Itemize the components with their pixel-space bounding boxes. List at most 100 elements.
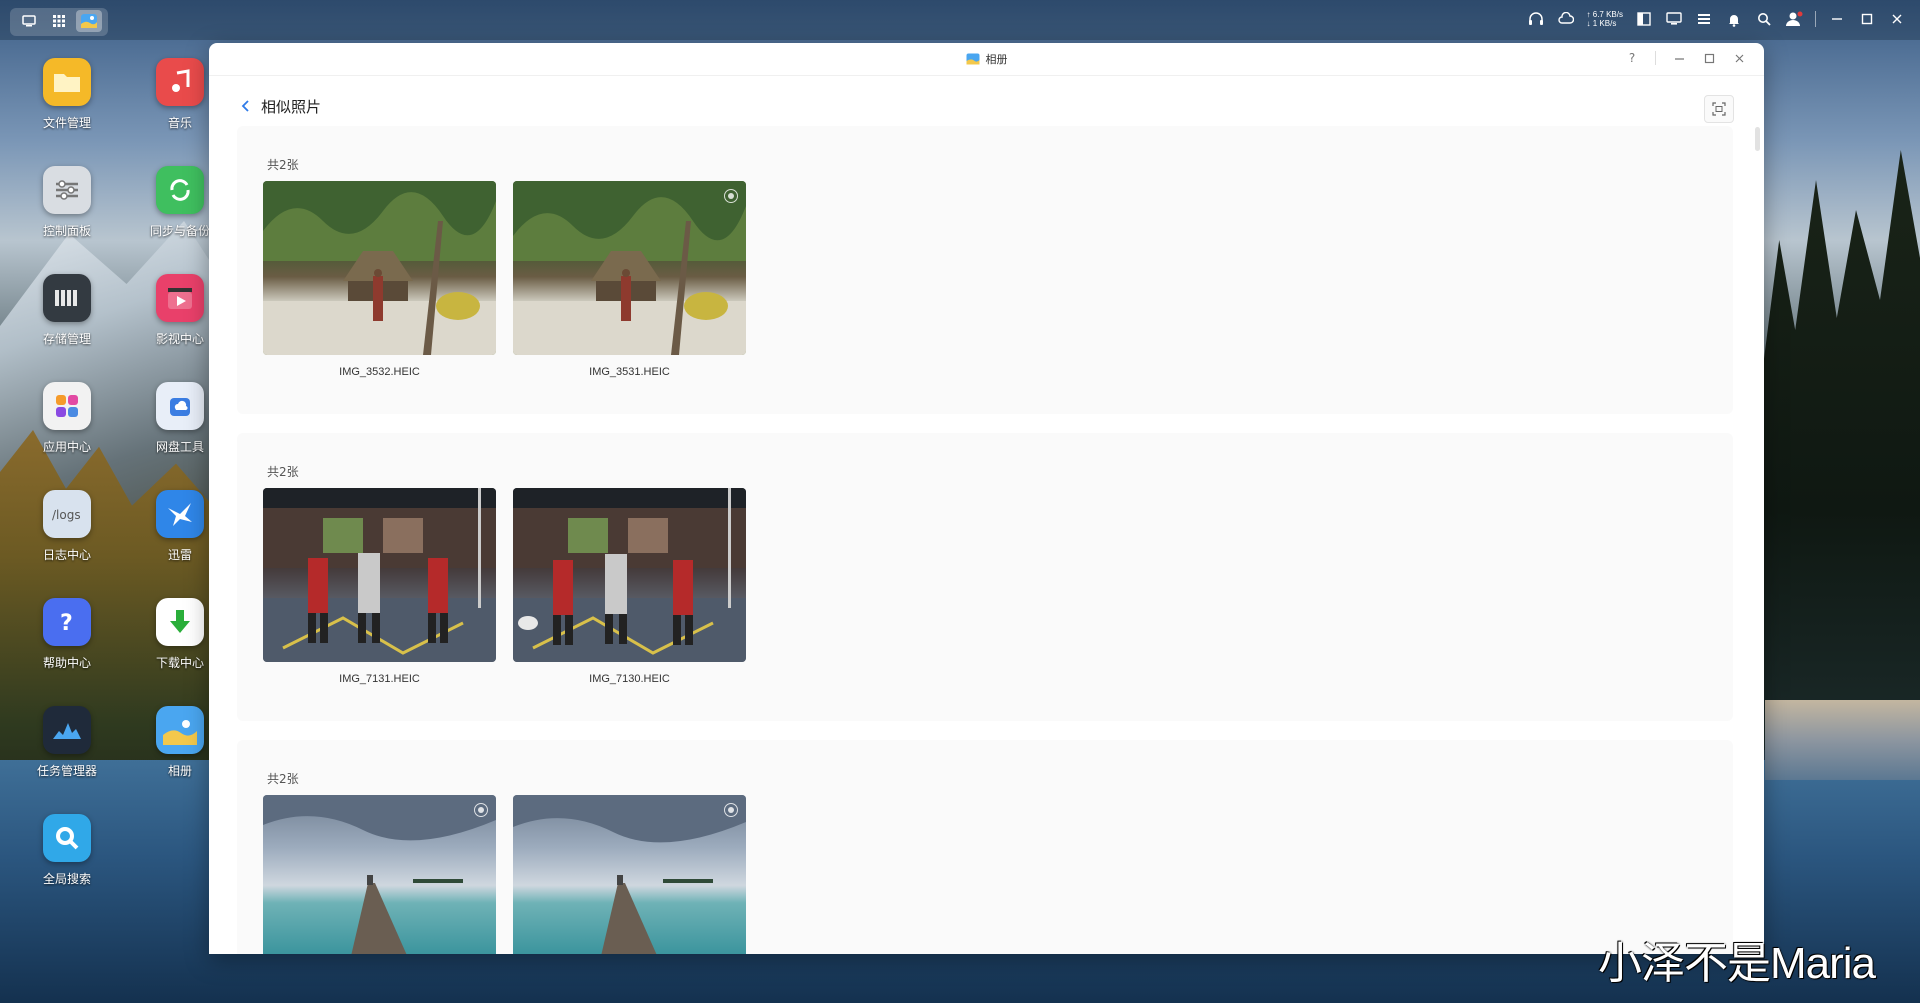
ocean-pier-photo-illustration bbox=[513, 795, 746, 954]
photo-filename: IMG_3531.HEIC bbox=[589, 366, 670, 378]
maximize-button[interactable] bbox=[1702, 50, 1716, 66]
close-button[interactable] bbox=[1732, 50, 1746, 66]
show-desktop-button[interactable] bbox=[16, 10, 42, 32]
photo-filename: IMG_3532.HEIC bbox=[339, 366, 420, 378]
desktop-icon[interactable]: 应用中心 bbox=[17, 382, 117, 455]
photo-group: 共2张 IMG_3532.HEIC IMG_3531.HEIC bbox=[237, 126, 1733, 414]
desktop-icon[interactable]: ? 帮助中心 bbox=[17, 598, 117, 671]
photo-filename: IMG_7131.HEIC bbox=[339, 673, 420, 685]
taskbar-launcher bbox=[10, 8, 108, 36]
photos-window: 相册 ? 相似照片 共2张 IMG_3532.HEIC IMG_3531.HEI… bbox=[209, 43, 1764, 954]
help-button[interactable]: ? bbox=[1625, 50, 1639, 66]
window-titlebar[interactable]: 相册 ? bbox=[209, 43, 1764, 76]
desktop-icon-label: 帮助中心 bbox=[42, 656, 91, 670]
photo-thumbnail[interactable] bbox=[263, 181, 496, 355]
system-tray: ↑ 6.7 KB/s ↓ 1 KB/s bbox=[1527, 10, 1906, 28]
taskbar: ↑ 6.7 KB/s ↓ 1 KB/s bbox=[0, 0, 1920, 40]
controls-divider bbox=[1655, 51, 1656, 65]
minimize-all-icon[interactable] bbox=[1828, 10, 1846, 28]
user-icon[interactable] bbox=[1785, 10, 1803, 28]
photos-icon bbox=[156, 706, 204, 754]
restore-icon[interactable] bbox=[1858, 10, 1876, 28]
thunder-bird-icon bbox=[156, 490, 204, 538]
group-count: 共2张 bbox=[267, 158, 299, 172]
search-icon[interactable] bbox=[1755, 10, 1773, 28]
photo-thumbnail[interactable] bbox=[513, 488, 746, 662]
desktop-icon[interactable]: 全局搜索 bbox=[17, 814, 117, 887]
video-icon bbox=[156, 274, 204, 322]
window-title-text: 相册 bbox=[985, 53, 1008, 66]
cloud-drive-icon bbox=[156, 382, 204, 430]
net-down: ↓ 1 KB/s bbox=[1586, 19, 1617, 28]
photo-filename: IMG_7130.HEIC bbox=[589, 673, 670, 685]
back-arrow-icon[interactable] bbox=[239, 99, 251, 113]
download-icon bbox=[156, 598, 204, 646]
apps-icon bbox=[43, 382, 91, 430]
live-photo-icon bbox=[474, 803, 488, 817]
taskbar-photos-app[interactable] bbox=[76, 10, 102, 32]
panel-icon[interactable] bbox=[1635, 10, 1653, 28]
scan-image-icon bbox=[1712, 102, 1726, 116]
svg-text:/logs: /logs bbox=[52, 508, 81, 522]
monitor-icon bbox=[22, 15, 36, 27]
desktop-icon-label: 应用中心 bbox=[42, 440, 91, 454]
desktop-icon[interactable]: 任务管理器 bbox=[17, 706, 117, 779]
storage-icon bbox=[43, 274, 91, 322]
cosplay-photo-illustration bbox=[263, 488, 496, 662]
net-up: ↑ 6.7 KB/s bbox=[1586, 10, 1623, 19]
logs-icon: /logs bbox=[43, 490, 91, 538]
help-icon: ? bbox=[43, 598, 91, 646]
photos-icon bbox=[81, 14, 97, 28]
minimize-button[interactable] bbox=[1672, 50, 1686, 66]
desktop-icon-label: 全局搜索 bbox=[42, 872, 91, 886]
tray-divider bbox=[1815, 11, 1816, 27]
svg-text:?: ? bbox=[60, 611, 73, 636]
live-photo-icon bbox=[724, 189, 738, 203]
cloud-sync-icon[interactable] bbox=[1557, 10, 1575, 28]
group-count: 共2张 bbox=[267, 772, 299, 786]
grid-icon bbox=[53, 15, 65, 27]
network-speed: ↑ 6.7 KB/s ↓ 1 KB/s bbox=[1587, 10, 1623, 28]
desktop-icon[interactable]: 存储管理 bbox=[17, 274, 117, 347]
photos-icon bbox=[966, 53, 979, 65]
photo-thumbnail[interactable] bbox=[513, 795, 746, 954]
similar-photos-list: 共2张 IMG_3532.HEIC IMG_3531.HEIC 共2张 IMG_… bbox=[237, 126, 1737, 954]
global-search-icon bbox=[43, 814, 91, 862]
window-title: 相册 bbox=[209, 51, 1764, 67]
desktop-icon-label: 控制面板 bbox=[42, 224, 91, 238]
desktop-icon[interactable]: 文件管理 bbox=[17, 58, 117, 131]
desktop-icon-label: 日志中心 bbox=[42, 548, 91, 562]
ocean-pier-photo-illustration bbox=[263, 795, 496, 954]
photo-thumbnail[interactable] bbox=[513, 181, 746, 355]
photo-group: 共2张 IMG_7131.HEIC IMG_7130.HEIC bbox=[237, 433, 1733, 721]
tasks-icon[interactable] bbox=[1695, 10, 1713, 28]
desktop-icon-label: 任务管理器 bbox=[36, 764, 97, 778]
maximize-icon bbox=[1704, 53, 1714, 63]
desktop-icon[interactable]: /logs 日志中心 bbox=[17, 490, 117, 563]
window-controls: ? bbox=[1625, 50, 1746, 66]
bell-icon[interactable] bbox=[1725, 10, 1743, 28]
garden-photo-illustration bbox=[263, 181, 496, 355]
headset-icon[interactable] bbox=[1527, 10, 1545, 28]
photo-thumbnail[interactable] bbox=[263, 488, 496, 662]
watermark: 小泽不是Maria bbox=[1598, 939, 1876, 988]
group-count: 共2张 bbox=[267, 465, 299, 479]
sliders-icon bbox=[43, 166, 91, 214]
desktop-icon[interactable]: 控制面板 bbox=[17, 166, 117, 239]
photo-thumbnail[interactable] bbox=[263, 795, 496, 954]
scan-similar-button[interactable] bbox=[1704, 95, 1734, 123]
forest-scenery-right bbox=[1760, 150, 1920, 750]
app-grid-button[interactable] bbox=[46, 10, 72, 32]
cosplay-photo-illustration bbox=[513, 488, 746, 662]
live-photo-icon bbox=[724, 803, 738, 817]
scrollbar-thumb[interactable] bbox=[1755, 127, 1760, 151]
page-title: 相似照片 bbox=[261, 98, 322, 116]
close-icon[interactable] bbox=[1888, 10, 1906, 28]
folder-icon bbox=[43, 58, 91, 106]
sync-icon bbox=[156, 166, 204, 214]
lake-shore-scenery bbox=[1765, 700, 1920, 780]
close-icon bbox=[1735, 54, 1743, 62]
monitor-icon[interactable] bbox=[1665, 10, 1683, 28]
desktop-icon-label: 文件管理 bbox=[42, 116, 91, 130]
minimize-icon bbox=[1674, 57, 1684, 60]
